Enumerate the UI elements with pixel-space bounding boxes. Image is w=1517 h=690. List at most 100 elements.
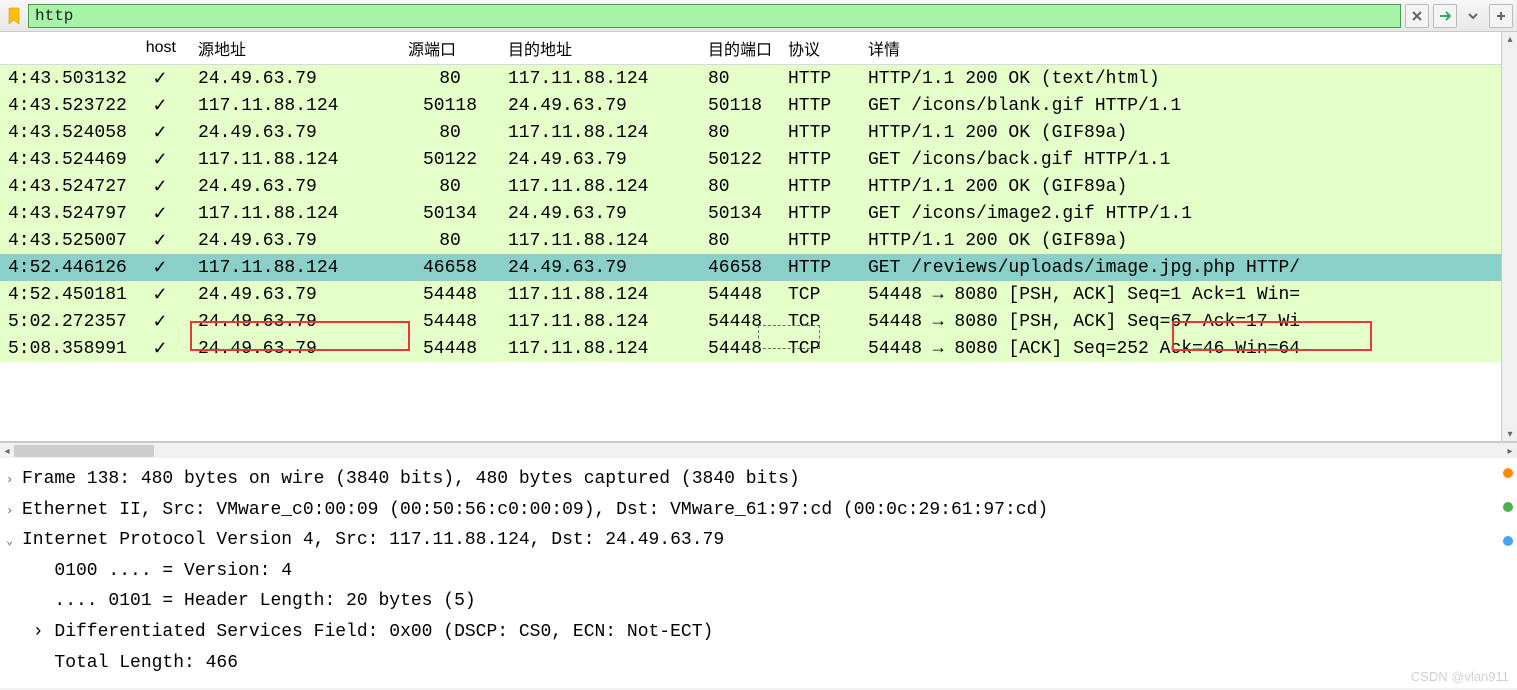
cell-dst: 117.11.88.124 bbox=[500, 173, 700, 200]
cell-sport: 50122 bbox=[400, 146, 500, 173]
cell-dst: 117.11.88.124 bbox=[500, 335, 700, 362]
cell-proto: TCP bbox=[780, 335, 860, 362]
scroll-thumb[interactable] bbox=[14, 445, 154, 457]
cell-dport: 80 bbox=[700, 173, 780, 200]
cell-info: HTTP/1.1 200 OK (GIF89a) bbox=[860, 227, 1517, 254]
table-row[interactable]: 4:43.525007✓24.49.63.7980117.11.88.12480… bbox=[0, 227, 1517, 254]
cell-src: 24.49.63.79 bbox=[190, 281, 400, 308]
pane-indicator-icon bbox=[1503, 468, 1513, 546]
cell-host: ✓ bbox=[130, 281, 190, 308]
detail-ip-dscp[interactable]: › Differentiated Services Field: 0x00 (D… bbox=[4, 617, 1513, 648]
filter-dropdown-button[interactable] bbox=[1461, 4, 1485, 28]
table-row[interactable]: 5:02.272357✓24.49.63.7954448117.11.88.12… bbox=[0, 308, 1517, 335]
table-header-row[interactable]: host 源地址 源端口 目的地址 目的端口 协议 详情 bbox=[0, 32, 1517, 65]
scroll-left-icon[interactable]: ◂ bbox=[0, 443, 14, 459]
display-filter-input[interactable] bbox=[28, 4, 1401, 28]
cell-time: 4:52.450181 bbox=[0, 281, 130, 308]
cell-src: 24.49.63.79 bbox=[190, 308, 400, 335]
cell-dst: 117.11.88.124 bbox=[500, 119, 700, 146]
cell-dst: 117.11.88.124 bbox=[500, 308, 700, 335]
cell-dst: 24.49.63.79 bbox=[500, 146, 700, 173]
cell-proto: HTTP bbox=[780, 254, 860, 281]
cell-dport: 50134 bbox=[700, 200, 780, 227]
clear-filter-button[interactable] bbox=[1405, 4, 1429, 28]
scroll-down-icon[interactable]: ▾ bbox=[1502, 427, 1517, 441]
cell-src: 117.11.88.124 bbox=[190, 200, 400, 227]
cell-time: 4:43.503132 bbox=[0, 65, 130, 93]
cell-proto: HTTP bbox=[780, 65, 860, 93]
filter-bar bbox=[0, 0, 1517, 32]
table-row[interactable]: 4:43.523722✓117.11.88.1245011824.49.63.7… bbox=[0, 92, 1517, 119]
col-info[interactable]: 详情 bbox=[860, 32, 1517, 65]
cell-src: 24.49.63.79 bbox=[190, 65, 400, 93]
table-row[interactable]: 4:52.446126✓117.11.88.1244665824.49.63.7… bbox=[0, 254, 1517, 281]
detail-ip-hlen[interactable]: .... 0101 = Header Length: 20 bytes (5) bbox=[4, 586, 1513, 617]
table-row[interactable]: 4:43.524797✓117.11.88.1245013424.49.63.7… bbox=[0, 200, 1517, 227]
col-dst[interactable]: 目的地址 bbox=[500, 32, 700, 65]
table-row[interactable]: 4:43.524469✓117.11.88.1245012224.49.63.7… bbox=[0, 146, 1517, 173]
col-sport[interactable]: 源端口 bbox=[400, 32, 500, 65]
cell-time: 4:43.524797 bbox=[0, 200, 130, 227]
detail-ip-version[interactable]: 0100 .... = Version: 4 bbox=[4, 556, 1513, 587]
cell-dport: 54448 bbox=[700, 335, 780, 362]
col-time[interactable] bbox=[0, 32, 130, 65]
col-host[interactable]: host bbox=[130, 32, 190, 65]
table-row[interactable]: 4:43.524058✓24.49.63.7980117.11.88.12480… bbox=[0, 119, 1517, 146]
cell-dport: 80 bbox=[700, 227, 780, 254]
cell-proto: HTTP bbox=[780, 227, 860, 254]
cell-dport: 80 bbox=[700, 65, 780, 93]
packet-table[interactable]: host 源地址 源端口 目的地址 目的端口 协议 详情 4:43.503132… bbox=[0, 32, 1517, 362]
cell-proto: HTTP bbox=[780, 173, 860, 200]
cell-proto: HTTP bbox=[780, 119, 860, 146]
cell-info: 54448 → 8080 [PSH, ACK] Seq=67 Ack=17 Wi bbox=[860, 308, 1517, 335]
cell-info: HTTP/1.1 200 OK (GIF89a) bbox=[860, 173, 1517, 200]
cell-info: GET /icons/image2.gif HTTP/1.1 bbox=[860, 200, 1517, 227]
cell-dst: 24.49.63.79 bbox=[500, 92, 700, 119]
cell-dport: 46658 bbox=[700, 254, 780, 281]
cell-info: 54448 → 8080 [PSH, ACK] Seq=1 Ack=1 Win= bbox=[860, 281, 1517, 308]
cell-dst: 117.11.88.124 bbox=[500, 227, 700, 254]
cell-proto: TCP bbox=[780, 281, 860, 308]
detail-ip[interactable]: ⌄Internet Protocol Version 4, Src: 117.1… bbox=[4, 525, 1513, 556]
cell-time: 4:43.524469 bbox=[0, 146, 130, 173]
packet-list-pane: host 源地址 源端口 目的地址 目的端口 协议 详情 4:43.503132… bbox=[0, 32, 1517, 442]
cell-host: ✓ bbox=[130, 335, 190, 362]
cell-time: 4:43.524727 bbox=[0, 173, 130, 200]
packet-vertical-scrollbar[interactable]: ▴ ▾ bbox=[1501, 32, 1517, 441]
cell-info: GET /reviews/uploads/image.jpg.php HTTP/ bbox=[860, 254, 1517, 281]
table-row[interactable]: 5:08.358991✓24.49.63.7954448117.11.88.12… bbox=[0, 335, 1517, 362]
cell-dport: 80 bbox=[700, 119, 780, 146]
table-row[interactable]: 4:43.503132✓24.49.63.7980117.11.88.12480… bbox=[0, 65, 1517, 93]
cell-dst: 24.49.63.79 bbox=[500, 254, 700, 281]
detail-frame[interactable]: ›Frame 138: 480 bytes on wire (3840 bits… bbox=[4, 464, 1513, 495]
cell-src: 24.49.63.79 bbox=[190, 335, 400, 362]
packet-horizontal-scrollbar[interactable]: ◂ ▸ bbox=[0, 442, 1517, 458]
cell-src: 24.49.63.79 bbox=[190, 173, 400, 200]
table-row[interactable]: 4:52.450181✓24.49.63.7954448117.11.88.12… bbox=[0, 281, 1517, 308]
cell-sport: 50118 bbox=[400, 92, 500, 119]
apply-filter-button[interactable] bbox=[1433, 4, 1457, 28]
col-dport[interactable]: 目的端口 bbox=[700, 32, 780, 65]
detail-ethernet[interactable]: ›Ethernet II, Src: VMware_c0:00:09 (00:5… bbox=[4, 495, 1513, 526]
table-row[interactable]: 4:43.524727✓24.49.63.7980117.11.88.12480… bbox=[0, 173, 1517, 200]
cell-sport: 54448 bbox=[400, 281, 500, 308]
cell-sport: 54448 bbox=[400, 335, 500, 362]
scroll-right-icon[interactable]: ▸ bbox=[1503, 443, 1517, 459]
cell-host: ✓ bbox=[130, 119, 190, 146]
cell-time: 5:02.272357 bbox=[0, 308, 130, 335]
detail-ip-tlen[interactable]: Total Length: 466 bbox=[4, 648, 1513, 679]
bookmark-icon[interactable] bbox=[4, 6, 24, 26]
cell-dst: 117.11.88.124 bbox=[500, 65, 700, 93]
cell-time: 5:08.358991 bbox=[0, 335, 130, 362]
col-src[interactable]: 源地址 bbox=[190, 32, 400, 65]
cell-dst: 117.11.88.124 bbox=[500, 281, 700, 308]
cell-dport: 50122 bbox=[700, 146, 780, 173]
cell-src: 24.49.63.79 bbox=[190, 227, 400, 254]
packet-detail-pane[interactable]: ›Frame 138: 480 bytes on wire (3840 bits… bbox=[0, 458, 1517, 688]
cell-host: ✓ bbox=[130, 146, 190, 173]
col-proto[interactable]: 协议 bbox=[780, 32, 860, 65]
watermark: CSDN @vlan911 bbox=[1411, 669, 1509, 684]
cell-dport: 54448 bbox=[700, 281, 780, 308]
scroll-up-icon[interactable]: ▴ bbox=[1502, 32, 1517, 46]
add-filter-button[interactable] bbox=[1489, 4, 1513, 28]
